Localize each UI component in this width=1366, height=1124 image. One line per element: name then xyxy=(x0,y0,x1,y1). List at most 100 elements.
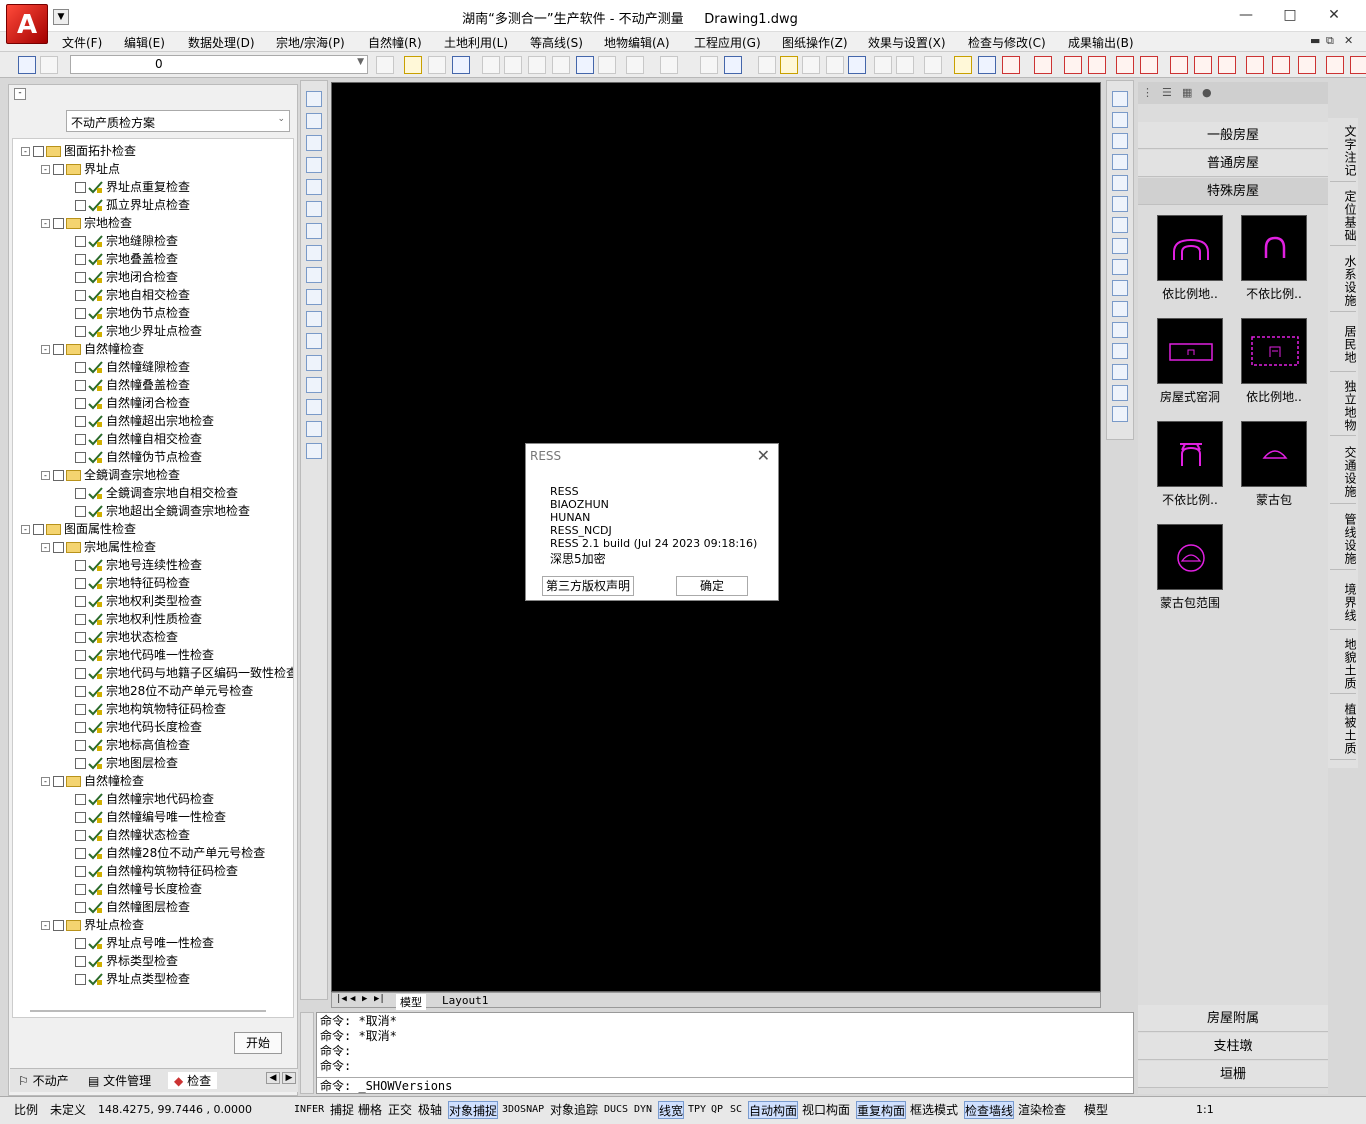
toolbar-tool-icon[interactable] xyxy=(1170,56,1188,74)
tab-layout1[interactable]: Layout1 xyxy=(438,994,492,1007)
tree-item[interactable]: 宗地构筑物特征码检查 xyxy=(61,700,226,718)
checkbox[interactable] xyxy=(75,308,86,319)
menu-item[interactable]: 图纸操作(Z) xyxy=(782,34,848,51)
toolbar-tool-icon[interactable] xyxy=(978,56,996,74)
palette-tab[interactable]: 管线设施 xyxy=(1330,506,1357,570)
collapse-icon[interactable]: - xyxy=(41,921,50,930)
next-layout-icon[interactable]: ▶ xyxy=(362,994,367,1004)
toolbar-tool-icon[interactable] xyxy=(724,56,742,74)
tree-folder[interactable]: - 全鏡调查宗地检查 xyxy=(41,466,180,484)
toolbar-tool-icon[interactable] xyxy=(1246,56,1264,74)
tab-check[interactable]: ◆ 检查 xyxy=(168,1072,218,1089)
collapse-icon[interactable]: - xyxy=(14,88,26,100)
checkbox[interactable] xyxy=(53,776,64,787)
tree-item[interactable]: 自然幢编号唯一性检查 xyxy=(61,808,226,826)
toolbar-tool-icon[interactable] xyxy=(802,56,820,74)
tree-item[interactable]: 宗地伪节点检查 xyxy=(61,304,190,322)
status-toggle[interactable]: INFER xyxy=(294,1101,324,1119)
modify-tool-icon[interactable] xyxy=(1112,133,1128,149)
tree-item[interactable]: 自然幢图层检查 xyxy=(61,898,190,916)
last-layout-icon[interactable]: ▶| xyxy=(374,994,385,1004)
toolbar-tool-icon[interactable] xyxy=(1326,56,1344,74)
toolbar-tool-icon[interactable] xyxy=(1116,56,1134,74)
toolbar-tool-icon[interactable] xyxy=(896,56,914,74)
tree-item[interactable]: 宗地标高值检查 xyxy=(61,736,190,754)
checkbox[interactable] xyxy=(75,722,86,733)
checkbox[interactable] xyxy=(75,290,86,301)
tree-item[interactable]: 宗地图层检查 xyxy=(61,754,178,772)
draw-tool-icon[interactable] xyxy=(306,267,322,283)
collapse-icon[interactable]: - xyxy=(41,219,50,228)
checkbox[interactable] xyxy=(53,470,64,481)
checkbox[interactable] xyxy=(75,704,86,715)
toolbar-tool-icon[interactable] xyxy=(660,56,678,74)
checkbox[interactable] xyxy=(75,452,86,463)
mdi-minimize-icon[interactable]: ▬ xyxy=(1310,34,1320,47)
first-layout-icon[interactable]: |◀ xyxy=(336,994,347,1004)
tree-item[interactable]: 自然幢闭合检查 xyxy=(61,394,190,412)
status-toggle[interactable]: 对象追踪 xyxy=(550,1101,598,1119)
modify-tool-icon[interactable] xyxy=(1112,238,1128,254)
pin-icon[interactable]: ● xyxy=(1202,86,1212,99)
menu-item[interactable]: 编辑(E) xyxy=(124,34,165,51)
checkbox[interactable] xyxy=(75,200,86,211)
tree-item[interactable]: 界址点类型检查 xyxy=(61,970,190,988)
modify-tool-icon[interactable] xyxy=(1112,322,1128,338)
toolbar-tool-icon[interactable] xyxy=(504,56,522,74)
draw-tool-icon[interactable] xyxy=(306,91,322,107)
status-toggle[interactable]: SC xyxy=(730,1101,742,1119)
checkbox[interactable] xyxy=(75,488,86,499)
checkbox[interactable] xyxy=(75,740,86,751)
draw-tool-icon[interactable] xyxy=(306,355,322,371)
palette-tab[interactable]: 独立地物 xyxy=(1330,374,1357,436)
tree-item[interactable]: 宗地超出全鏡调查宗地检查 xyxy=(61,502,250,520)
checkbox[interactable] xyxy=(75,884,86,895)
menu-item[interactable]: 成果输出(B) xyxy=(1068,34,1134,51)
menu-item[interactable]: 数据处理(D) xyxy=(188,34,255,51)
tree-item[interactable]: 界址点重复检查 xyxy=(61,178,190,196)
tree-item[interactable]: 自然幢28位不动产单元号检查 xyxy=(61,844,265,862)
draw-tool-icon[interactable] xyxy=(306,157,322,173)
checkbox[interactable] xyxy=(75,272,86,283)
draw-tool-icon[interactable] xyxy=(306,179,322,195)
tree-item[interactable]: 界址点号唯一性检查 xyxy=(61,934,214,952)
tree-item[interactable]: 自然幢超出宗地检查 xyxy=(61,412,214,430)
menu-item[interactable]: 文件(F) xyxy=(62,34,102,51)
tree-item[interactable]: 宗地号连续性检查 xyxy=(61,556,202,574)
draw-tool-icon[interactable] xyxy=(306,333,322,349)
toolbar-tool-icon[interactable] xyxy=(758,56,776,74)
tree-folder[interactable]: - 自然幢检查 xyxy=(41,772,144,790)
toolbar-tool-icon[interactable] xyxy=(700,56,718,74)
checkbox[interactable] xyxy=(75,398,86,409)
collapse-icon[interactable]: - xyxy=(41,777,50,786)
tree-item[interactable]: 自然幢缝隙检查 xyxy=(61,358,190,376)
menu-item[interactable]: 土地利用(L) xyxy=(444,34,508,51)
checkbox[interactable] xyxy=(33,146,44,157)
status-toggle[interactable]: 捕捉 xyxy=(330,1101,354,1119)
mdi-close-icon[interactable]: ✕ xyxy=(1344,34,1353,47)
toolbar-tool-icon[interactable] xyxy=(404,56,422,74)
modify-tool-icon[interactable] xyxy=(1112,91,1128,107)
scroll-right-icon[interactable]: ▶ xyxy=(282,1072,296,1084)
toolbar-tool-icon[interactable] xyxy=(598,56,616,74)
checkbox[interactable] xyxy=(53,344,64,355)
checkbox[interactable] xyxy=(75,938,86,949)
tree-item[interactable]: 自然幢宗地代码检查 xyxy=(61,790,214,808)
symbol-tile[interactable] xyxy=(1157,421,1223,487)
draw-tool-icon[interactable] xyxy=(306,421,322,437)
toolbar-tool-icon[interactable] xyxy=(848,56,866,74)
toolbar-tool-icon[interactable] xyxy=(626,56,644,74)
list-view-icon[interactable]: ☰ xyxy=(1162,86,1172,99)
symbol-tile[interactable] xyxy=(1241,421,1307,487)
checkbox[interactable] xyxy=(75,902,86,913)
tree-folder[interactable]: - 宗地属性检查 xyxy=(41,538,156,556)
tree-scrollbar[interactable] xyxy=(30,1010,266,1012)
draw-tool-icon[interactable] xyxy=(306,135,322,151)
tree-item[interactable]: 自然幢构筑物特征码检查 xyxy=(61,862,238,880)
checkbox[interactable] xyxy=(75,506,86,517)
dialog-close-icon[interactable]: ✕ xyxy=(757,446,770,465)
tree-item[interactable]: 自然幢号长度检查 xyxy=(61,880,202,898)
palette-tab[interactable]: 境界线 xyxy=(1330,572,1357,630)
tree-folder[interactable]: - 图面属性检查 xyxy=(21,520,136,538)
tab-realestate[interactable]: ⚐ 不动产 xyxy=(18,1072,69,1089)
